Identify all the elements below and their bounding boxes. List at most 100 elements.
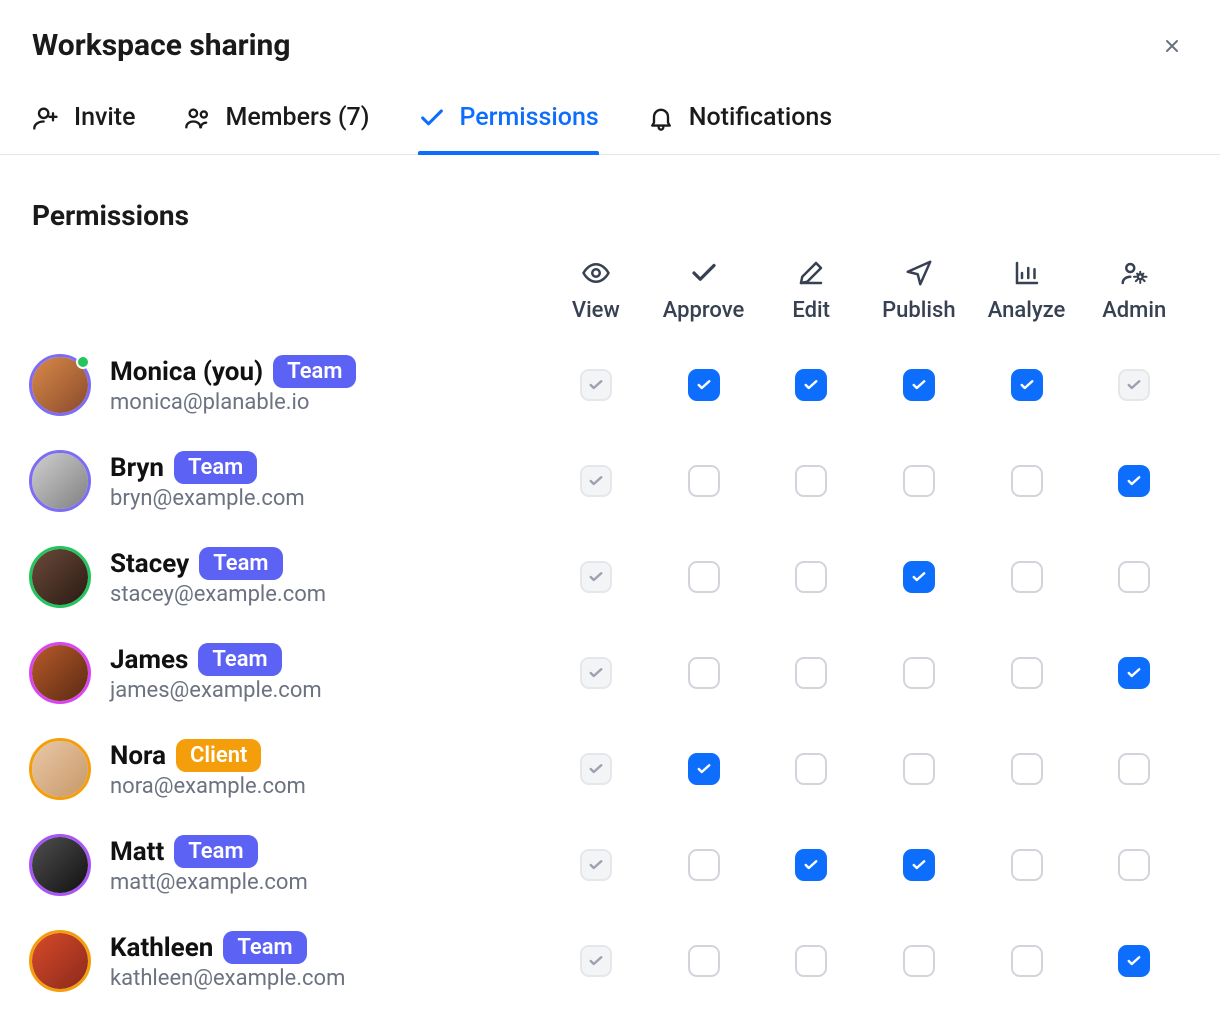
perm-cell-edit bbox=[757, 753, 865, 785]
perm-header-label: Publish bbox=[882, 298, 955, 323]
check-icon bbox=[1018, 376, 1036, 394]
perm-cell-view bbox=[542, 657, 650, 689]
perm-cell-publish bbox=[865, 657, 973, 689]
perm-cell-analyze bbox=[973, 657, 1081, 689]
perm-header-view: View bbox=[542, 244, 650, 337]
check-icon bbox=[689, 258, 719, 288]
checkbox-view bbox=[580, 657, 612, 689]
perm-cell-admin bbox=[1080, 561, 1188, 593]
checkbox-publish[interactable] bbox=[903, 753, 935, 785]
checkbox-edit[interactable] bbox=[795, 561, 827, 593]
checkbox-analyze[interactable] bbox=[1011, 465, 1043, 497]
permissions-grid: ViewApproveEditPublishAnalyzeAdmin Monic… bbox=[32, 244, 1188, 1009]
pencil-icon bbox=[796, 258, 826, 288]
permissions-header: ViewApproveEditPublishAnalyzeAdmin bbox=[32, 244, 1188, 337]
role-badge: Team bbox=[198, 643, 281, 676]
checkbox-admin[interactable] bbox=[1118, 849, 1150, 881]
checkbox-admin[interactable] bbox=[1118, 657, 1150, 689]
checkbox-approve[interactable] bbox=[688, 945, 720, 977]
checkbox-publish[interactable] bbox=[903, 369, 935, 401]
perm-header-label: Approve bbox=[663, 298, 745, 323]
perm-cell-approve bbox=[650, 945, 758, 977]
check-icon bbox=[910, 856, 928, 874]
user-email: nora@example.com bbox=[110, 774, 306, 799]
checkbox-publish[interactable] bbox=[903, 561, 935, 593]
role-badge: Client bbox=[176, 739, 261, 772]
permission-row: JamesTeamjames@example.com bbox=[32, 625, 1188, 721]
checkbox-view bbox=[580, 369, 612, 401]
bell-icon bbox=[647, 104, 675, 132]
tab-label: Permissions bbox=[460, 103, 599, 132]
avatar bbox=[32, 453, 88, 509]
user-text: NoraClientnora@example.com bbox=[110, 739, 306, 799]
checkbox-approve[interactable] bbox=[688, 849, 720, 881]
close-button[interactable] bbox=[1156, 30, 1188, 62]
tab-label: Notifications bbox=[689, 103, 832, 132]
checkbox-approve[interactable] bbox=[688, 657, 720, 689]
checkbox-edit[interactable] bbox=[795, 849, 827, 881]
user-name-row: NoraClient bbox=[110, 739, 306, 772]
perm-cell-approve bbox=[650, 369, 758, 401]
checkbox-admin[interactable] bbox=[1118, 465, 1150, 497]
check-icon bbox=[695, 376, 713, 394]
perm-cell-analyze bbox=[973, 465, 1081, 497]
checkbox-edit[interactable] bbox=[795, 657, 827, 689]
perm-cell-approve bbox=[650, 465, 758, 497]
avatar-image bbox=[32, 741, 88, 797]
checkbox-edit[interactable] bbox=[795, 369, 827, 401]
checkbox-analyze[interactable] bbox=[1011, 369, 1043, 401]
user-text: Monica (you)Teammonica@planable.io bbox=[110, 355, 356, 415]
checkbox-publish[interactable] bbox=[903, 945, 935, 977]
role-badge: Team bbox=[273, 355, 356, 388]
user-cell: Monica (you)Teammonica@planable.io bbox=[32, 355, 542, 415]
checkbox-admin[interactable] bbox=[1118, 945, 1150, 977]
checkbox-publish[interactable] bbox=[903, 849, 935, 881]
close-icon bbox=[1162, 36, 1182, 56]
checkbox-edit[interactable] bbox=[795, 945, 827, 977]
tab-notifications[interactable]: Notifications bbox=[647, 103, 832, 154]
tabs: Invite Members (7) Permissions Notification… bbox=[0, 103, 1220, 155]
checkbox-admin[interactable] bbox=[1118, 561, 1150, 593]
checkbox-publish[interactable] bbox=[903, 657, 935, 689]
perm-cell-approve bbox=[650, 657, 758, 689]
checkbox-approve[interactable] bbox=[688, 561, 720, 593]
user-cell: JamesTeamjames@example.com bbox=[32, 643, 542, 703]
checkbox-analyze[interactable] bbox=[1011, 657, 1043, 689]
checkbox-analyze[interactable] bbox=[1011, 849, 1043, 881]
checkbox-view bbox=[580, 945, 612, 977]
perm-cell-edit bbox=[757, 369, 865, 401]
check-icon bbox=[587, 952, 605, 970]
perm-cell-publish bbox=[865, 369, 973, 401]
tab-invite[interactable]: Invite bbox=[32, 103, 136, 154]
admin-icon bbox=[1119, 258, 1149, 288]
checkbox-analyze[interactable] bbox=[1011, 753, 1043, 785]
checkbox-edit[interactable] bbox=[795, 465, 827, 497]
checkbox-edit[interactable] bbox=[795, 753, 827, 785]
perm-header-label: Edit bbox=[792, 298, 830, 323]
avatar-image bbox=[32, 837, 88, 893]
user-text: JamesTeamjames@example.com bbox=[110, 643, 322, 703]
perm-cell-view bbox=[542, 945, 650, 977]
checkbox-admin[interactable] bbox=[1118, 753, 1150, 785]
permission-row: Monica (you)Teammonica@planable.io bbox=[32, 337, 1188, 433]
user-cell: KathleenTeamkathleen@example.com bbox=[32, 931, 542, 991]
avatar bbox=[32, 645, 88, 701]
checkbox-approve[interactable] bbox=[688, 369, 720, 401]
checkbox-analyze[interactable] bbox=[1011, 945, 1043, 977]
checkbox-approve[interactable] bbox=[688, 465, 720, 497]
user-name: James bbox=[110, 645, 188, 675]
user-text: StaceyTeamstacey@example.com bbox=[110, 547, 326, 607]
perm-cell-edit bbox=[757, 945, 865, 977]
check-icon bbox=[587, 568, 605, 586]
eye-icon bbox=[581, 258, 611, 288]
checkbox-approve[interactable] bbox=[688, 753, 720, 785]
check-icon bbox=[802, 856, 820, 874]
tab-members[interactable]: Members (7) bbox=[184, 103, 370, 154]
check-icon bbox=[910, 568, 928, 586]
checkbox-analyze[interactable] bbox=[1011, 561, 1043, 593]
perm-header-admin: Admin bbox=[1080, 244, 1188, 337]
perm-cell-edit bbox=[757, 561, 865, 593]
checkbox-publish[interactable] bbox=[903, 465, 935, 497]
avatar bbox=[32, 837, 88, 893]
tab-permissions[interactable]: Permissions bbox=[418, 103, 599, 154]
